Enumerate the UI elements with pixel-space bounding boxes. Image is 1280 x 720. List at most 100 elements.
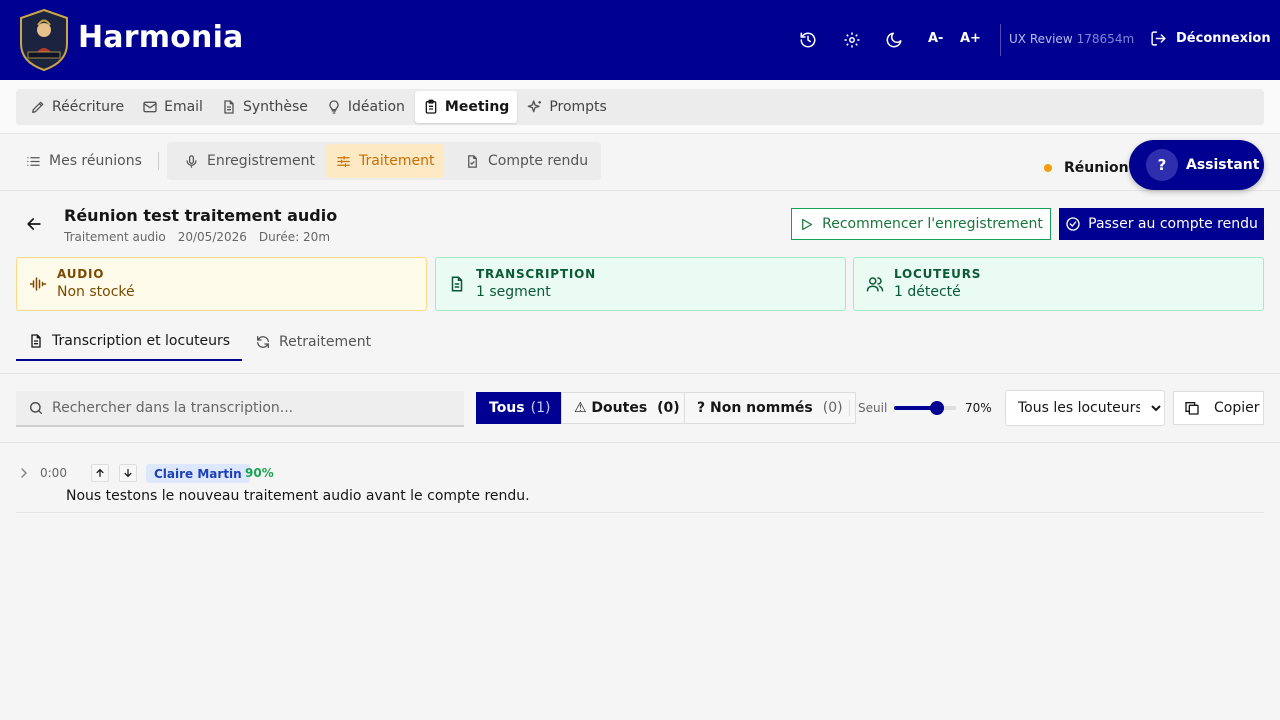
speakers-value: 1 détecté — [894, 284, 961, 300]
header-divider — [1000, 24, 1001, 56]
document-icon — [224, 100, 234, 114]
meeting-date: 20/05/2026 — [177, 230, 247, 244]
copy-button[interactable]: Copier — [1173, 391, 1264, 425]
tab-label: Idéation — [347, 99, 405, 115]
step-recording[interactable]: Enregistrement — [174, 144, 325, 178]
check-circle-icon — [1066, 217, 1080, 231]
transcription-value: 1 segment — [476, 284, 551, 300]
step-recording-label: Enregistrement — [207, 153, 316, 169]
assistant-button[interactable]: ? Assistant — [1129, 140, 1264, 190]
moon-icon[interactable] — [882, 28, 906, 52]
lightbulb-icon — [329, 100, 339, 114]
sliders-icon — [337, 155, 350, 167]
top-header: Harmonia A- A+ UX Review 178654m Déconnex… — [0, 0, 1280, 80]
meeting-duration: Durée: 20m — [258, 230, 331, 244]
play-icon — [802, 218, 813, 230]
tab-synthesis[interactable]: Synthèse — [213, 91, 316, 123]
document-icon — [31, 334, 41, 348]
tab-label: Transcription et locuteurs — [52, 333, 231, 349]
logout-icon — [1151, 31, 1166, 46]
threshold-label: Seuil — [858, 401, 888, 415]
audio-value: Non stocké — [57, 284, 135, 300]
confidence-score: 90% — [245, 466, 274, 480]
clipboard-icon — [425, 99, 437, 114]
main-tabs: Réécriture Email Synthèse Idéation Meeti… — [16, 89, 1264, 125]
move-down-button[interactable] — [119, 464, 137, 482]
transcription-card: Transcription 1 segment — [435, 257, 846, 311]
slider-thumb[interactable] — [930, 401, 944, 415]
tab-transcription-speakers[interactable]: Transcription et locuteurs — [16, 323, 243, 361]
toolbar-divider-line — [0, 442, 1280, 443]
waveform-icon — [29, 277, 47, 291]
audio-card: Audio Non stocké — [16, 257, 427, 311]
main-tabs-bar: Réécriture Email Synthèse Idéation Meeti… — [0, 80, 1280, 134]
tab-email[interactable]: Email — [134, 91, 211, 123]
speakers-label: Locuteurs — [894, 267, 982, 281]
logout-label: Déconnexion — [1176, 31, 1271, 46]
speakers-card: Locuteurs 1 détecté — [853, 257, 1264, 311]
speaker-badge[interactable]: Claire Martin — [146, 464, 250, 483]
move-up-button[interactable] — [91, 464, 109, 482]
font-decrease-button[interactable]: A- — [928, 31, 943, 46]
my-meetings-link[interactable]: Mes réunions — [16, 144, 152, 178]
segment-text[interactable]: Nous testons le nouveau traitement audio… — [66, 488, 530, 504]
meeting-meta: Traitement audio 20/05/2026 Durée: 20m — [64, 230, 330, 244]
filter-unnamed-count: (0) — [822, 400, 843, 416]
back-arrow-icon[interactable] — [24, 214, 44, 234]
harmonia-logo — [18, 8, 70, 72]
go-to-report-label: Passer au compte rendu — [1088, 216, 1258, 232]
gear-icon[interactable] — [840, 28, 864, 52]
assistant-label: Assistant — [1186, 157, 1260, 173]
tabs-divider — [0, 373, 1280, 374]
copy-icon — [1185, 402, 1199, 415]
filter-unnamed-button[interactable]: ? Non nommés (0) — [684, 392, 856, 424]
filter-doubts-count: (0) — [657, 400, 680, 416]
users-icon — [866, 277, 884, 292]
go-to-report-button[interactable]: Passer au compte rendu — [1059, 208, 1264, 240]
tab-label: Réécriture — [52, 99, 125, 115]
meeting-type: Traitement audio — [64, 230, 166, 244]
pen-icon — [31, 101, 44, 113]
step-processing[interactable]: Traitement — [326, 144, 445, 178]
step-processing-label: Traitement — [359, 153, 435, 169]
tab-meeting[interactable]: Meeting — [414, 91, 518, 123]
meeting-subnav: Mes réunions Enregistrement Traitement C… — [0, 134, 1280, 191]
restart-recording-button[interactable]: Recommencer l'enregistrement — [791, 208, 1051, 240]
filter-doubts-label: ⚠ Doutes — [574, 400, 648, 416]
refresh-icon — [257, 336, 269, 348]
user-info: UX Review 178654m — [1009, 32, 1134, 46]
tab-ideation[interactable]: Idéation — [318, 91, 413, 123]
tab-label: Retraitement — [279, 334, 372, 350]
mail-icon — [143, 101, 157, 113]
status-dot — [1044, 164, 1052, 172]
search-input[interactable] — [52, 400, 452, 416]
step-report[interactable]: Compte rendu — [455, 144, 598, 178]
list-icon — [27, 156, 40, 166]
history-icon[interactable] — [796, 28, 820, 52]
threshold-slider[interactable] — [894, 400, 956, 416]
tab-prompts[interactable]: Prompts — [519, 91, 615, 123]
filter-all-label: Tous — [489, 400, 525, 416]
toolbar-divider — [849, 400, 850, 416]
logout-button[interactable]: Déconnexion — [1150, 30, 1271, 47]
arrow-up-icon — [96, 468, 104, 477]
filter-doubts-button[interactable]: ⚠ Doutes (0) — [561, 392, 693, 424]
search-box — [16, 391, 464, 427]
speaker-filter-select[interactable]: Tous les locuteurs — [1005, 390, 1165, 426]
help-icon: ? — [1146, 149, 1178, 181]
my-meetings-label: Mes réunions — [49, 153, 142, 169]
chevron-right-icon[interactable] — [19, 467, 29, 479]
filter-all-count: (1) — [530, 400, 551, 416]
font-increase-button[interactable]: A+ — [960, 31, 981, 46]
copy-label: Copier — [1214, 400, 1260, 416]
user-name: UX Review — [1009, 32, 1073, 46]
sparkles-icon — [527, 100, 542, 113]
microphone-icon — [186, 154, 197, 168]
arrow-down-icon — [124, 469, 132, 478]
filter-all-button[interactable]: Tous (1) — [476, 392, 564, 424]
tab-rewrite[interactable]: Réécriture — [22, 91, 132, 123]
subnav-divider — [158, 152, 159, 170]
restart-label: Recommencer l'enregistrement — [822, 216, 1043, 232]
tab-reprocessing[interactable]: Retraitement — [243, 323, 383, 361]
search-icon — [30, 402, 42, 414]
